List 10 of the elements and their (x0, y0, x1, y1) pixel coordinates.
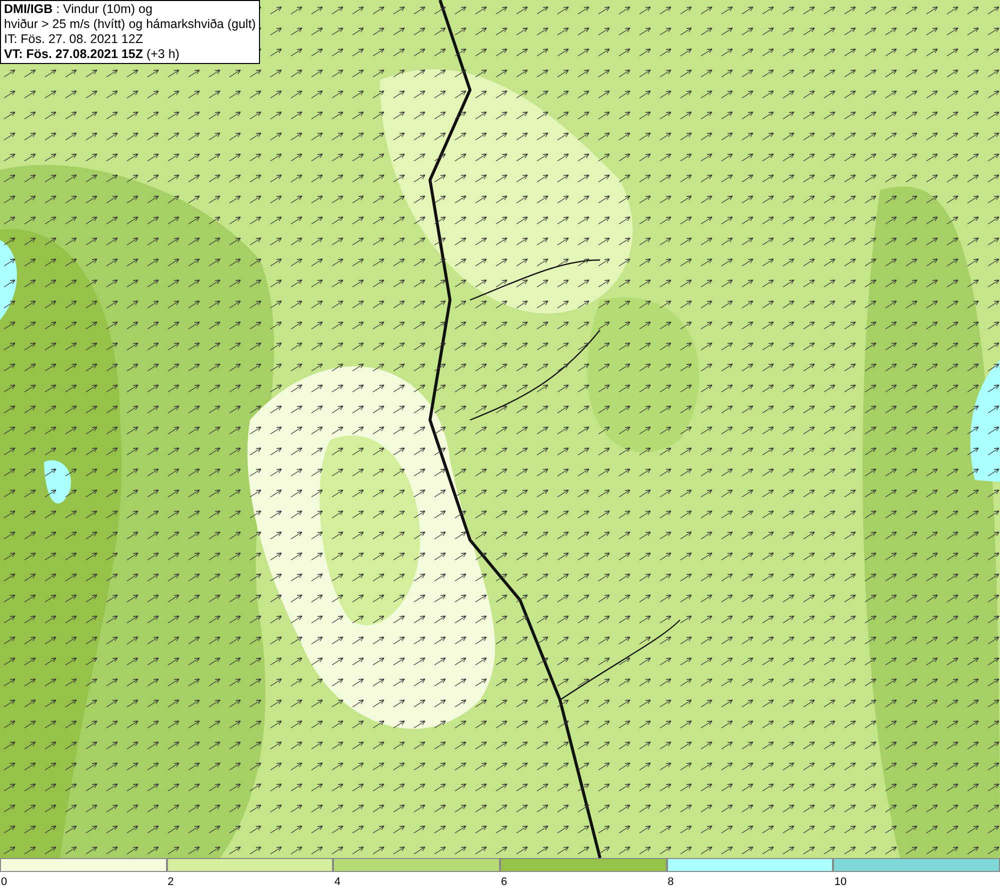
info-text: DMI/IGB : Vindur (10m) og (4, 2, 154, 17)
legend-label: 4 (333, 876, 340, 887)
legend-label: 6 (500, 876, 508, 887)
legend-label: 10 (833, 876, 847, 887)
legend-label: 2 (166, 876, 174, 887)
info-text: hviður > 25 m/s (hvítt) og hámarkshviða (gult) (4, 17, 256, 32)
legend-label: 8 (666, 876, 674, 887)
legend-label: 0 (0, 876, 8, 887)
info-text: IT: Fös. 27. 08. 2021 12Z (4, 32, 144, 47)
info-text: VT: Fös. 27.08.2021 15Z (+3 h) (4, 47, 180, 62)
